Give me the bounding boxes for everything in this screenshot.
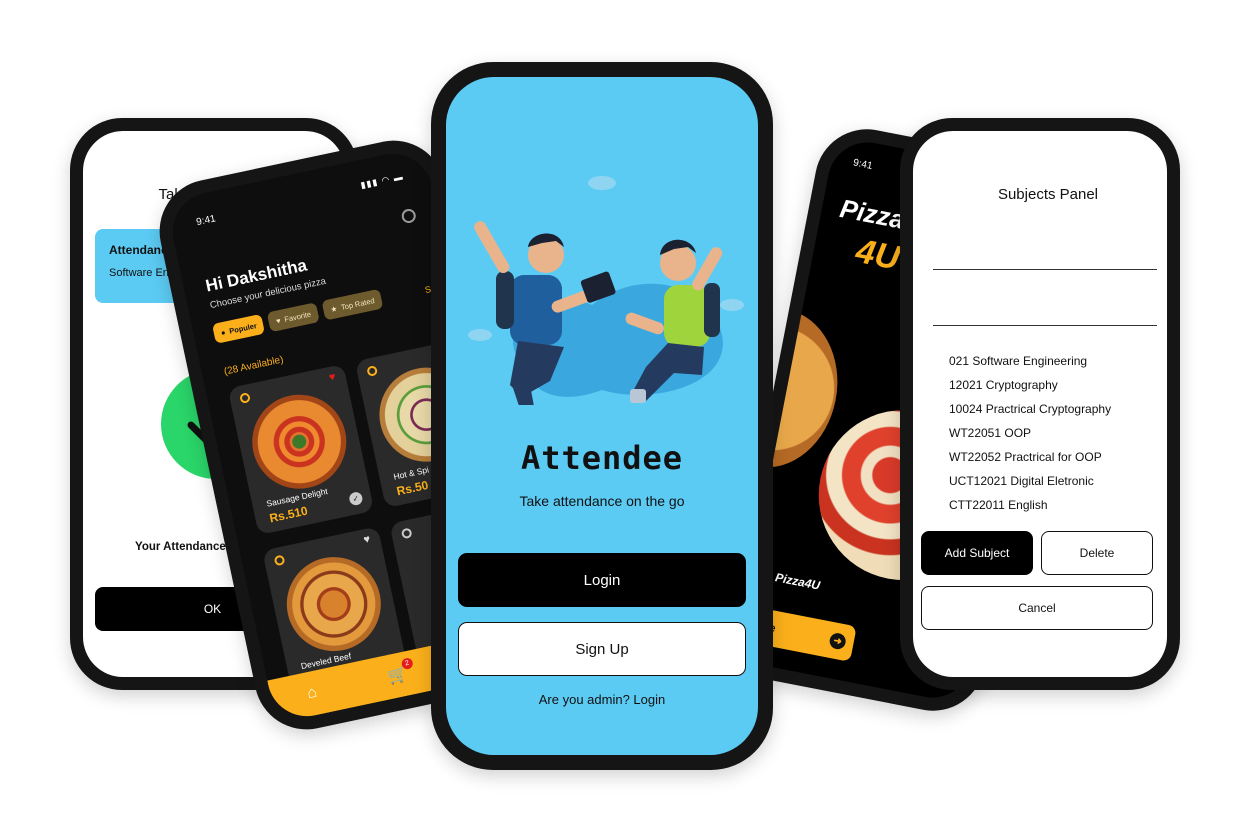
cart-icon[interactable]: 🛒 2 (386, 657, 414, 687)
app-tagline: Take attendance on the go (519, 493, 685, 509)
status-time: 9:41 (852, 157, 874, 172)
subjects-list: 021 Software Engineering 12021 Cryptogra… (949, 349, 1111, 517)
subject-item[interactable]: CTT22011 English (949, 493, 1111, 517)
phone-attendee-main: Attendee Take attendance on the go Login… (431, 62, 773, 770)
available-count: (28 Available) (223, 354, 285, 378)
chip-popular[interactable]: ● Populer (211, 313, 266, 344)
radio-icon[interactable] (400, 527, 413, 540)
cancel-button[interactable]: Cancel (921, 586, 1153, 630)
subject-item[interactable]: 021 Software Engineering (949, 349, 1111, 373)
subjects-title: Subjects Panel (997, 186, 1099, 203)
heart-filled-icon[interactable]: ♥ (328, 371, 337, 384)
radio-icon[interactable] (239, 392, 251, 404)
subject-item[interactable]: UCT12021 Digital Eletronic (949, 469, 1111, 493)
input-underline[interactable] (933, 325, 1157, 326)
splash-title: Pizza (837, 193, 908, 235)
attendee-screen: Attendee Take attendance on the go Login… (446, 77, 758, 755)
subject-item[interactable]: WT22052 Practrical for OOP (949, 445, 1111, 469)
radio-icon[interactable] (366, 365, 379, 377)
check-icon[interactable]: ✓ (348, 490, 364, 507)
chip-label: Populer (228, 320, 258, 336)
admin-login-link[interactable]: Are you admin? Login (446, 692, 758, 707)
chip-top-rated[interactable]: ★ Top Rated (321, 288, 384, 321)
signup-button[interactable]: Sign Up (458, 622, 746, 676)
star-icon: ★ (329, 303, 338, 314)
search-icon[interactable] (400, 207, 418, 225)
delete-button[interactable]: Delete (1041, 531, 1153, 575)
chip-favorite[interactable]: ♥ Favorite (267, 302, 320, 333)
heart-outline-icon[interactable]: ♥ (362, 533, 371, 546)
pizza-card[interactable]: ♥ Sausage Delight Rs.510 ✓ (227, 363, 375, 536)
chip-label: Top Rated (340, 295, 376, 312)
input-underline[interactable] (933, 269, 1157, 270)
fire-icon: ● (219, 327, 227, 338)
mockup-stage: Take Attendance Attendance for Software … (0, 0, 1248, 832)
splash-title-accent: 4U (852, 231, 903, 278)
login-button[interactable]: Login (458, 553, 746, 607)
subjects-screen: Subjects Panel 021 Software Engineering … (913, 131, 1167, 677)
pizza-price: Rs.50 (395, 478, 430, 499)
cart-badge: 2 (400, 657, 414, 671)
subject-item[interactable]: 10024 Practrical Cryptography (949, 397, 1111, 421)
heart-icon: ♥ (275, 315, 282, 326)
radio-icon[interactable] (273, 554, 286, 567)
status-time: 9:41 (195, 213, 217, 229)
chip-label: Favorite (283, 309, 312, 324)
app-name: Attendee (520, 439, 684, 477)
pizza-image (243, 385, 356, 498)
arrow-right-icon: ➜ (828, 631, 848, 651)
pizza-image (278, 548, 390, 660)
subject-item[interactable]: WT22051 OOP (949, 421, 1111, 445)
status-icons: ▮▮▮ ◠ ▬ (359, 171, 405, 191)
home-icon[interactable]: ⌂ (306, 684, 319, 704)
phone-subjects: Subjects Panel 021 Software Engineering … (900, 118, 1180, 690)
add-subject-button[interactable]: Add Subject (921, 531, 1033, 575)
subject-item[interactable]: 12021 Cryptography (949, 373, 1111, 397)
students-jumping-illustration (468, 176, 744, 405)
